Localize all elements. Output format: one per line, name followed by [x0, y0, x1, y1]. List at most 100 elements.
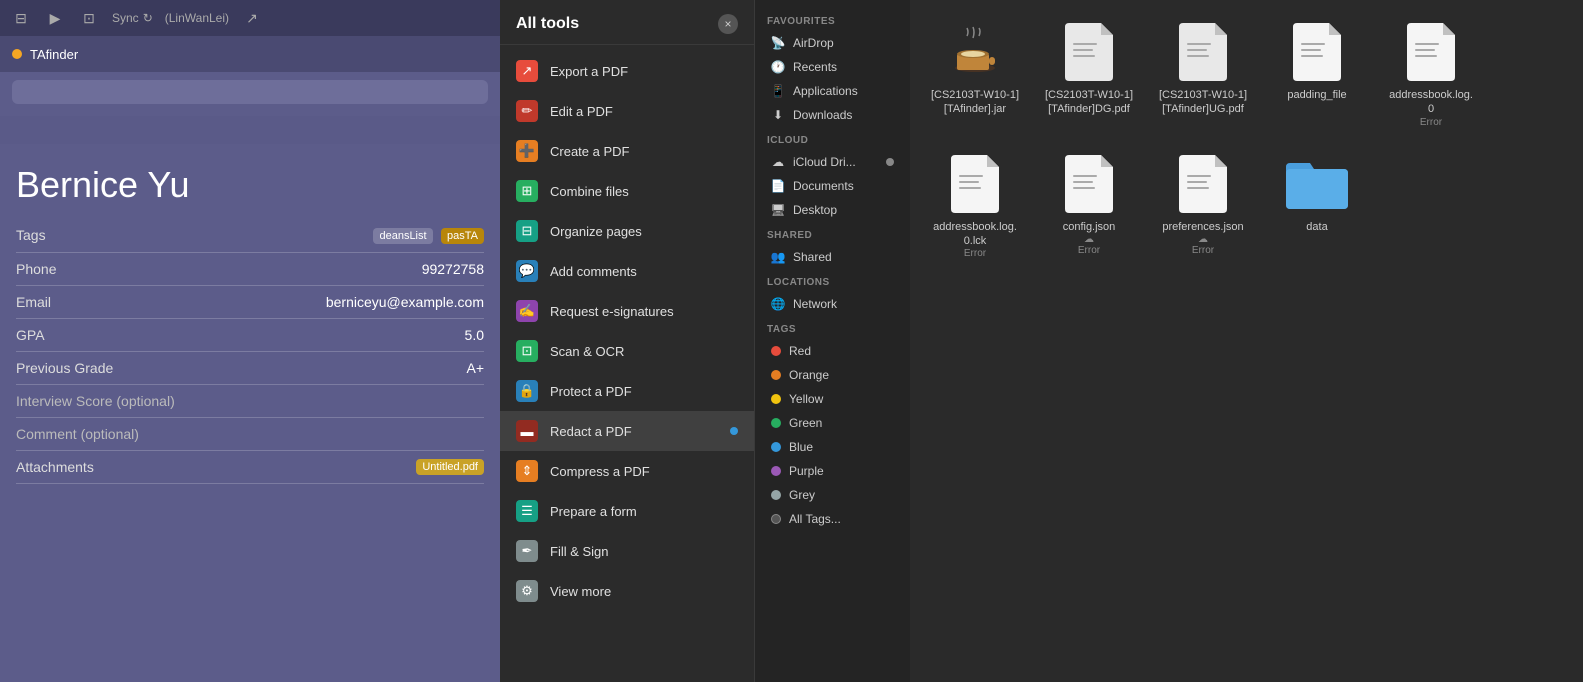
- file-item-file9[interactable]: data: [1272, 152, 1362, 260]
- file-name-file7: config.json: [1063, 220, 1116, 234]
- tag-label-grey: Grey: [789, 488, 815, 502]
- sidebar-section-locations: Locations: [755, 269, 910, 292]
- attachment-file[interactable]: Untitled.pdf: [416, 459, 484, 475]
- tool-item-add-comments[interactable]: 💬 Add comments: [500, 251, 754, 291]
- tool-label-compress-pdf: Compress a PDF: [550, 464, 650, 479]
- sidebar-item-recents[interactable]: 🕐 Recents: [759, 55, 906, 79]
- tool-item-create-pdf[interactable]: ➕ Create a PDF: [500, 131, 754, 171]
- sync-label: Sync: [112, 11, 139, 25]
- tag-pasta: pasTA: [441, 228, 484, 244]
- file-item-file8[interactable]: preferences.json ☁ Error: [1158, 152, 1248, 260]
- tools-header: All tools ×: [500, 0, 754, 45]
- sidebar-item-downloads[interactable]: ⬇ Downloads: [759, 103, 906, 127]
- tools-close-button[interactable]: ×: [718, 14, 738, 34]
- file-icon-file8: [1171, 152, 1235, 216]
- tags-row: Tags deansList pasTA: [16, 218, 484, 253]
- sidebar-icon-icloud-drive: ☁: [771, 155, 785, 169]
- tool-item-protect-pdf[interactable]: 🔒 Protect a PDF: [500, 371, 754, 411]
- finder-body: Favourites 📡 AirDrop 🕐 Recents 📱 Applica…: [755, 0, 1583, 682]
- sidebar-tag-yellow[interactable]: Yellow: [759, 387, 906, 411]
- sidebar-label-downloads: Downloads: [793, 108, 852, 122]
- tafinder-toolbar: ⊟ ▶ ⊡ Sync ↻ (LinWanLei) ↗: [0, 0, 500, 36]
- file-error-file6: Error: [964, 248, 986, 259]
- tool-item-prepare-form[interactable]: ☰ Prepare a form: [500, 491, 754, 531]
- sidebar-icon-network: 🌐: [771, 297, 785, 311]
- file-error-file7: Error: [1078, 245, 1100, 256]
- email-value: berniceyu@example.com: [326, 294, 484, 310]
- tag-dot-orange: [771, 370, 781, 380]
- tag-dot-red: [771, 346, 781, 356]
- sidebar-item-desktop[interactable]: 🖥 Desktop: [759, 198, 906, 222]
- file-item-file2[interactable]: [CS2103T-W10-1][TAfinder]DG.pdf: [1044, 20, 1134, 128]
- sidebar-label-recents: Recents: [793, 60, 837, 74]
- file-item-file1[interactable]: [CS2103T-W10-1][TAfinder].jar: [930, 20, 1020, 128]
- sidebar-tag-red[interactable]: Red: [759, 339, 906, 363]
- tags-values: deansList pasTA: [369, 226, 484, 244]
- tool-item-request-signatures[interactable]: ✍ Request e-signatures: [500, 291, 754, 331]
- toolbar-sync[interactable]: Sync ↻: [112, 11, 153, 25]
- tool-icon-compress-pdf: ⇕: [516, 460, 538, 482]
- sidebar-tag-grey[interactable]: Grey: [759, 483, 906, 507]
- tag-label-yellow: Yellow: [789, 392, 823, 406]
- tool-icon-scan-ocr: ⊡: [516, 340, 538, 362]
- tool-item-scan-ocr[interactable]: ⊡ Scan & OCR: [500, 331, 754, 371]
- tag-label-red: Red: [789, 344, 811, 358]
- toolbar-icon-2[interactable]: ▶: [44, 7, 66, 29]
- tafinder-dot: [12, 49, 22, 59]
- tool-label-request-signatures: Request e-signatures: [550, 304, 674, 319]
- tool-icon-create-pdf: ➕: [516, 140, 538, 162]
- tag-dot-blue: [771, 442, 781, 452]
- sidebar-item-icloud-drive[interactable]: ☁ iCloud Dri...: [759, 150, 906, 174]
- sidebar-item-documents[interactable]: 📄 Documents: [759, 174, 906, 198]
- sidebar-icon-shared: 👥: [771, 250, 785, 264]
- tool-item-edit-pdf[interactable]: ✏ Edit a PDF: [500, 91, 754, 131]
- sidebar-label-documents: Documents: [793, 179, 854, 193]
- tool-label-organize-pages: Organize pages: [550, 224, 642, 239]
- sidebar-label-applications: Applications: [793, 84, 858, 98]
- sidebar-tag-all-tags[interactable]: All Tags...: [759, 507, 906, 531]
- tool-item-organize-pages[interactable]: ⊟ Organize pages: [500, 211, 754, 251]
- tag-label-all-tags: All Tags...: [789, 512, 841, 526]
- toolbar-export-icon[interactable]: ↗: [241, 7, 263, 29]
- tool-icon-protect-pdf: 🔒: [516, 380, 538, 402]
- file-item-file3[interactable]: [CS2103T-W10-1][TAfinder]UG.pdf: [1158, 20, 1248, 128]
- sidebar-item-airdrop[interactable]: 📡 AirDrop: [759, 31, 906, 55]
- file-error-file8: Error: [1192, 245, 1214, 256]
- tool-item-fill-sign[interactable]: ✒ Fill & Sign: [500, 531, 754, 571]
- file-icon-file7: [1057, 152, 1121, 216]
- tool-item-compress-pdf[interactable]: ⇕ Compress a PDF: [500, 451, 754, 491]
- tag-dot-grey: [771, 490, 781, 500]
- file-item-file5[interactable]: addressbook.log.0 Error: [1386, 20, 1476, 128]
- sidebar-item-shared[interactable]: 👥 Shared: [759, 245, 906, 269]
- sidebar-tag-purple[interactable]: Purple: [759, 459, 906, 483]
- toolbar-icon-3[interactable]: ⊡: [78, 7, 100, 29]
- file-grid: [CS2103T-W10-1][TAfinder].jar [CS2103T-W…: [930, 20, 1563, 259]
- sidebar-item-network[interactable]: 🌐 Network: [759, 292, 906, 316]
- prev-grade-row: Previous Grade A+: [16, 352, 484, 385]
- sidebar-label-desktop: Desktop: [793, 203, 837, 217]
- tool-item-redact-pdf[interactable]: ▬ Redact a PDF: [500, 411, 754, 451]
- sidebar-item-applications[interactable]: 📱 Applications: [759, 79, 906, 103]
- sidebar-tag-orange[interactable]: Orange: [759, 363, 906, 387]
- sync-icon: ↻: [143, 11, 153, 25]
- file-name-file6: addressbook.log.0.lck: [933, 220, 1017, 249]
- sidebar-tag-green[interactable]: Green: [759, 411, 906, 435]
- file-name-file2: [CS2103T-W10-1][TAfinder]DG.pdf: [1045, 88, 1133, 117]
- gpa-value: 5.0: [465, 327, 484, 343]
- prev-grade-value: A+: [466, 360, 484, 376]
- tool-item-view-more[interactable]: ⚙ View more: [500, 571, 754, 611]
- file-item-file4[interactable]: padding_file: [1272, 20, 1362, 128]
- tool-label-combine-files: Combine files: [550, 184, 629, 199]
- file-item-file6[interactable]: addressbook.log.0.lck Error: [930, 152, 1020, 260]
- tag-dot-green: [771, 418, 781, 428]
- tool-item-combine-files[interactable]: ⊞ Combine files: [500, 171, 754, 211]
- tool-icon-edit-pdf: ✏: [516, 100, 538, 122]
- toolbar-icon-1[interactable]: ⊟: [10, 7, 32, 29]
- sidebar-icon-downloads: ⬇: [771, 108, 785, 122]
- attachments-label: Attachments: [16, 459, 94, 475]
- close-icon: ×: [724, 17, 731, 31]
- sidebar-tag-blue[interactable]: Blue: [759, 435, 906, 459]
- tool-item-export-pdf[interactable]: ↗ Export a PDF: [500, 51, 754, 91]
- file-item-file7[interactable]: config.json ☁ Error: [1044, 152, 1134, 260]
- tafinder-search-bar[interactable]: [12, 80, 488, 104]
